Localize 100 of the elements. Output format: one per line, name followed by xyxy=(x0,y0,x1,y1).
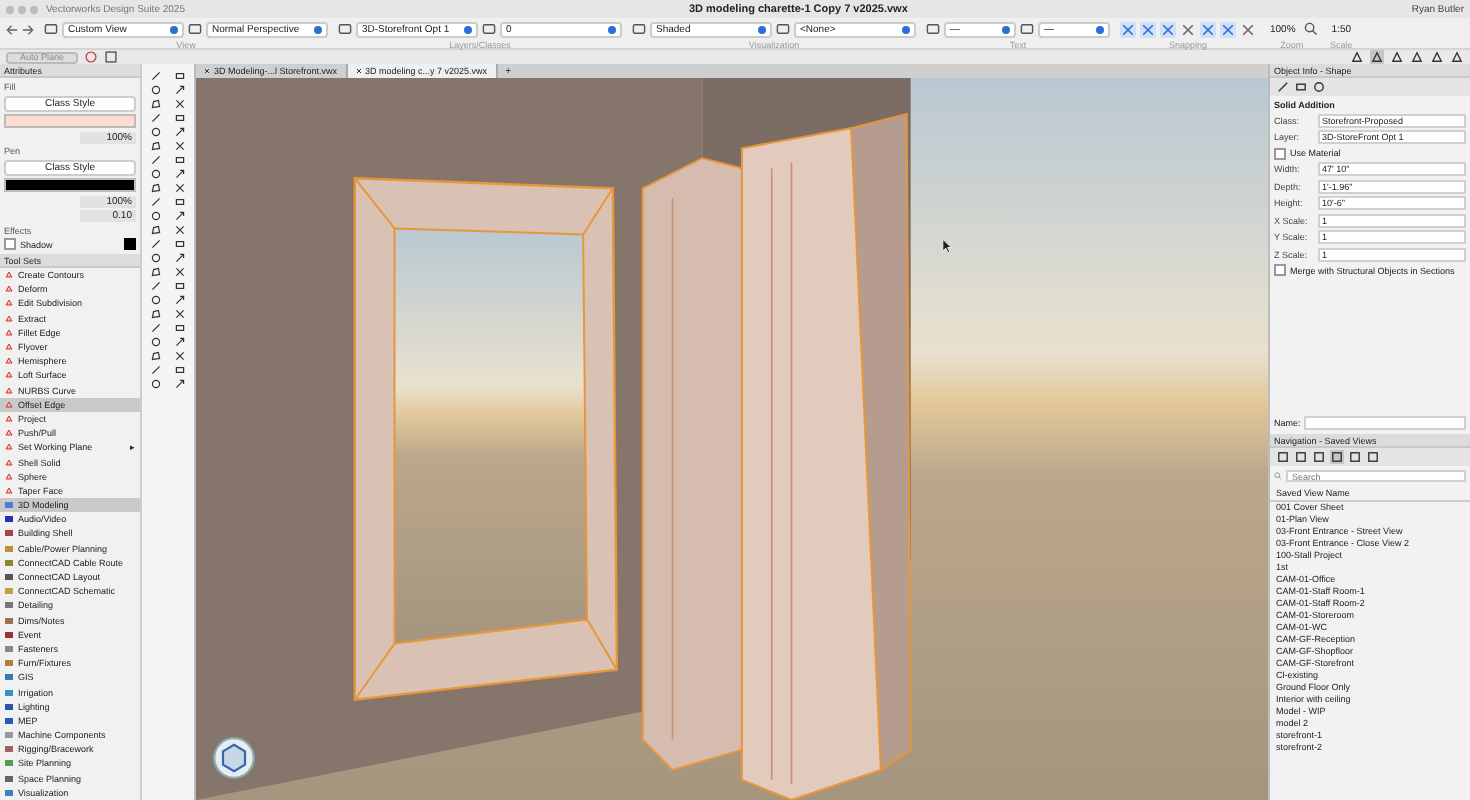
tile-icon xyxy=(4,687,14,698)
cross-icon[interactable] xyxy=(174,223,187,235)
circle-icon[interactable] xyxy=(149,251,162,263)
circle-icon[interactable] xyxy=(149,125,162,137)
circle-icon[interactable] xyxy=(149,377,162,389)
shape-tab-icon[interactable] xyxy=(1276,80,1290,94)
polygon-icon[interactable] xyxy=(149,265,162,277)
name-field[interactable] xyxy=(1304,416,1466,430)
circle-icon[interactable] xyxy=(149,335,162,347)
view-icon[interactable] xyxy=(632,22,646,36)
tile-icon xyxy=(4,715,14,726)
rectangle-icon[interactable] xyxy=(174,237,187,249)
tile-icon xyxy=(4,500,14,511)
search-icon xyxy=(1274,472,1282,480)
polygon-icon[interactable] xyxy=(149,349,162,361)
square-icon[interactable] xyxy=(104,50,119,64)
view-icon[interactable] xyxy=(1020,22,1034,36)
rectangle-icon[interactable] xyxy=(174,363,187,375)
cross-icon[interactable] xyxy=(174,181,187,193)
tile-icon xyxy=(4,600,14,611)
line-icon[interactable] xyxy=(149,153,162,165)
arrow-icon[interactable] xyxy=(174,293,187,305)
view-icon[interactable] xyxy=(44,22,58,36)
snap-toggle-icon[interactable] xyxy=(1240,21,1256,37)
snap-toggle-icon[interactable] xyxy=(1160,21,1176,37)
rectangle-icon[interactable] xyxy=(174,111,187,123)
snap-toggle-icon[interactable] xyxy=(1180,21,1196,37)
tile-icon xyxy=(4,643,14,654)
arrow-icon[interactable] xyxy=(174,209,187,221)
arrow-icon[interactable] xyxy=(174,167,187,179)
view-icon[interactable] xyxy=(482,22,496,36)
arrow-icon[interactable] xyxy=(174,377,187,389)
view-icon[interactable] xyxy=(776,22,790,36)
view-icon[interactable] xyxy=(188,22,202,36)
tile-icon xyxy=(4,658,14,669)
circle-icon[interactable] xyxy=(149,167,162,179)
view-icon[interactable] xyxy=(926,22,940,36)
shadow-color-swatch[interactable] xyxy=(124,238,136,250)
rectangle-icon[interactable] xyxy=(174,153,187,165)
tile-icon xyxy=(4,543,14,554)
arrow-icon[interactable] xyxy=(174,335,187,347)
mode-icon[interactable] xyxy=(1350,50,1364,64)
line-icon[interactable] xyxy=(149,363,162,375)
back-forward-icon[interactable] xyxy=(6,24,34,36)
close-icon[interactable] xyxy=(355,68,362,74)
close-icon[interactable] xyxy=(204,68,210,74)
tile-icon xyxy=(4,629,14,640)
arrow-icon[interactable] xyxy=(174,83,187,95)
rectangle-icon[interactable] xyxy=(174,195,187,207)
checkbox[interactable] xyxy=(1274,147,1286,159)
line-icon[interactable] xyxy=(149,69,162,81)
pen-color-swatch[interactable] xyxy=(4,178,136,192)
polygon-icon[interactable] xyxy=(149,307,162,319)
cross-icon[interactable] xyxy=(174,349,187,361)
rectangle-icon[interactable] xyxy=(174,279,187,291)
tile-icon xyxy=(4,787,14,798)
polygon-icon[interactable] xyxy=(149,181,162,193)
rectangle-icon[interactable] xyxy=(174,69,187,81)
tile-icon xyxy=(4,615,14,626)
checkbox[interactable] xyxy=(1274,264,1286,276)
snap-toggle-icon[interactable] xyxy=(1120,21,1136,37)
circle-icon[interactable] xyxy=(149,293,162,305)
snap-toggle-icon[interactable] xyxy=(1140,21,1156,37)
tile-icon xyxy=(4,572,14,583)
cross-icon[interactable] xyxy=(174,97,187,109)
tile-icon xyxy=(4,773,14,784)
tile-icon xyxy=(4,744,14,755)
line-icon[interactable] xyxy=(149,279,162,291)
render-tab-icon[interactable] xyxy=(1312,80,1326,94)
arrow-icon[interactable] xyxy=(174,125,187,137)
tile-icon xyxy=(4,528,14,539)
circle-icon[interactable] xyxy=(149,83,162,95)
fill-color-swatch[interactable] xyxy=(4,114,136,128)
line-icon[interactable] xyxy=(149,111,162,123)
cross-icon[interactable] xyxy=(174,307,187,319)
tile-icon xyxy=(4,672,14,683)
line-icon[interactable] xyxy=(149,237,162,249)
snap-toggle-icon[interactable] xyxy=(1200,21,1216,37)
view-cube-icon[interactable] xyxy=(212,736,256,780)
data-tab-icon[interactable] xyxy=(1294,80,1308,94)
polygon-icon[interactable] xyxy=(149,223,162,235)
mouse-cursor-icon xyxy=(942,238,952,254)
line-icon[interactable] xyxy=(149,195,162,207)
snap-toggle-icon[interactable] xyxy=(1220,21,1236,37)
shadow-checkbox[interactable] xyxy=(4,238,16,250)
line-icon[interactable] xyxy=(149,321,162,333)
rectangle-icon[interactable] xyxy=(174,321,187,333)
polygon-icon[interactable] xyxy=(149,139,162,151)
mode-icon[interactable] xyxy=(1370,50,1384,64)
cross-icon[interactable] xyxy=(174,139,187,151)
circle-icon[interactable] xyxy=(149,209,162,221)
tile-icon xyxy=(4,586,14,597)
tile-icon xyxy=(4,557,14,568)
zoom-icon[interactable] xyxy=(1303,22,1318,36)
view-icon[interactable] xyxy=(338,22,352,36)
arrow-icon[interactable] xyxy=(174,251,187,263)
tile-icon xyxy=(4,758,14,769)
tile-icon xyxy=(4,730,14,741)
polygon-icon[interactable] xyxy=(149,97,162,109)
cross-icon[interactable] xyxy=(174,265,187,277)
